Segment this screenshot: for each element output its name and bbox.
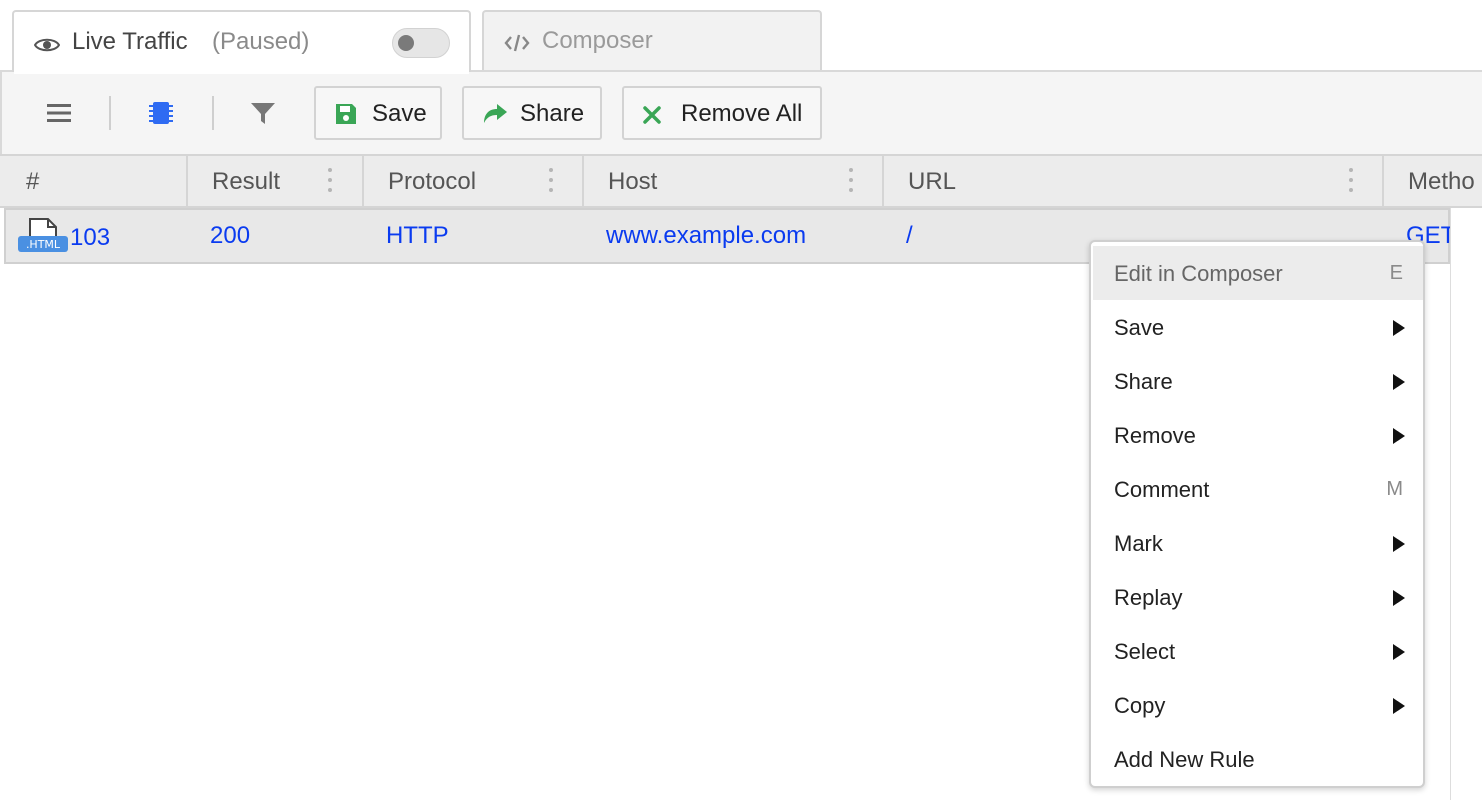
menu-item-edit-in-composer[interactable]: Edit in Composer E [1093,246,1423,300]
tab-live-traffic[interactable]: Live Traffic (Paused) [12,10,471,74]
shortcut-label: M [1386,478,1403,500]
row-host: www.example.com [606,222,807,249]
chip-icon[interactable] [148,99,174,132]
toolbar-separator [109,96,111,130]
filter-icon[interactable] [250,102,276,131]
column-menu-icon[interactable] [849,168,853,198]
paused-status: (Paused) [212,28,310,55]
tab-live-traffic-label: Live Traffic [72,28,188,55]
row-protocol: HTTP [386,222,449,249]
column-menu-icon[interactable] [328,168,332,198]
column-menu-icon[interactable] [1349,168,1353,198]
submenu-arrow-icon [1393,590,1405,606]
menu-item-mark[interactable]: Mark [1093,516,1423,570]
submenu-arrow-icon [1393,536,1405,552]
remove-all-button[interactable]: Remove All [622,86,822,140]
share-button-label: Share [520,100,585,127]
grid-header: # Result Protocol Host URL Metho [0,154,1482,208]
submenu-arrow-icon [1393,698,1405,714]
column-header-number[interactable]: # [0,156,186,206]
tabs-bar: Live Traffic (Paused) Composer [0,0,1482,74]
save-button-label: Save [372,100,427,127]
share-button[interactable]: Share [462,86,602,140]
submenu-arrow-icon [1393,374,1405,390]
shortcut-label: E [1389,262,1403,284]
tab-composer-label: Composer [542,27,653,54]
live-traffic-toggle[interactable] [392,28,450,58]
vertical-scrollbar[interactable] [1450,208,1482,800]
menu-item-add-new-rule[interactable]: Add New Rule [1093,732,1423,786]
save-button[interactable]: Save [314,86,442,140]
column-header-method[interactable]: Metho [1384,156,1482,206]
svg-text:.HTML: .HTML [26,238,61,251]
menu-item-share[interactable]: Share [1093,354,1423,408]
remove-all-button-label: Remove All [681,100,803,127]
row-id: 103 [70,224,111,251]
context-menu: Edit in Composer E Save Share Remove Com… [1089,240,1425,788]
row-result: 200 [210,222,251,249]
tab-composer[interactable]: Composer [482,10,822,70]
save-icon [334,102,358,133]
menu-item-copy[interactable]: Copy [1093,678,1423,732]
menu-item-comment[interactable]: Comment M [1093,462,1423,516]
submenu-arrow-icon [1393,428,1405,444]
toolbar-separator [212,96,214,130]
menu-item-remove[interactable]: Remove [1093,408,1423,462]
eye-icon [33,33,61,61]
code-icon [504,32,530,60]
submenu-arrow-icon [1393,320,1405,336]
html-file-icon: .HTML [18,218,68,259]
column-header-host[interactable]: Host [584,156,882,206]
close-icon [642,104,662,132]
column-header-result[interactable]: Result [188,156,362,206]
toolbar: Save Share Remove All [0,72,1482,154]
menu-item-select[interactable]: Select [1093,624,1423,678]
share-icon [482,103,508,132]
hamburger-menu-icon[interactable] [46,102,72,129]
column-header-protocol[interactable]: Protocol [364,156,582,206]
menu-item-save[interactable]: Save [1093,300,1423,354]
column-header-url[interactable]: URL [884,156,1382,206]
submenu-arrow-icon [1393,644,1405,660]
column-menu-icon[interactable] [549,168,553,198]
menu-item-replay[interactable]: Replay [1093,570,1423,624]
row-url: / [906,222,913,249]
